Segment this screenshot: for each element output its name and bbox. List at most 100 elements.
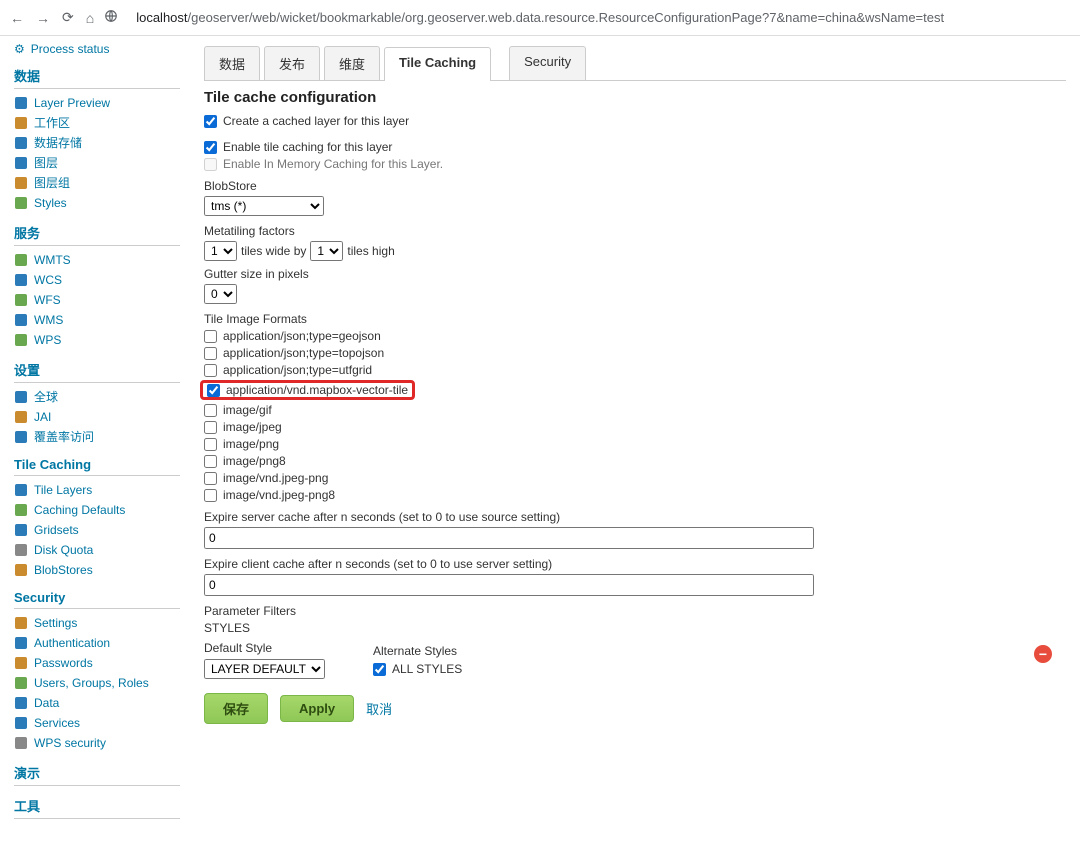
format-checkbox[interactable] [207,384,220,397]
format-checkbox[interactable] [204,438,217,451]
create-cached-label: Create a cached layer for this layer [223,114,409,128]
format-checkbox[interactable] [204,421,217,434]
tiles-high-select[interactable]: 1 [310,241,343,261]
sidebar-item[interactable]: Layer Preview [14,93,180,113]
sidebar-item-label: Settings [34,615,77,631]
format-checkbox[interactable] [204,347,217,360]
apply-button[interactable]: Apply [280,695,354,722]
enable-tile-checkbox[interactable] [204,141,217,154]
page-title: Tile cache configuration [204,89,1066,106]
sidebar-item-icon [14,543,28,557]
reload-icon[interactable]: ⟳ [62,9,74,26]
sidebar-item-icon [14,410,28,424]
sidebar-item[interactable]: 工作区 [14,113,180,133]
tab[interactable]: 维度 [324,46,380,80]
tiles-wide-select[interactable]: 1 [204,241,237,261]
expire-client-label: Expire client cache after n seconds (set… [204,557,1066,571]
sidebar-item[interactable]: Authentication [14,633,180,653]
sidebar-item[interactable]: 数据存储 [14,133,180,153]
sidebar-item[interactable]: Settings [14,613,180,633]
format-checkbox[interactable] [204,330,217,343]
process-status-link[interactable]: ⚙ Process status [14,42,180,56]
format-row: image/jpeg [204,420,1066,434]
sidebar-item-label: 覆盖率访问 [34,429,94,445]
format-label: image/vnd.jpeg-png8 [223,488,335,502]
tiles-wide-text: tiles wide by [241,244,306,258]
sidebar-item[interactable]: BlobStores [14,560,180,580]
sidebar-item-icon [14,523,28,537]
sidebar-item-icon [14,430,28,444]
expire-server-input[interactable] [204,527,814,549]
sidebar-item[interactable]: Disk Quota [14,540,180,560]
all-styles-checkbox[interactable] [373,663,386,676]
create-cached-checkbox[interactable] [204,115,217,128]
sidebar-item-label: Disk Quota [34,542,93,558]
sidebar-item[interactable]: Passwords [14,653,180,673]
back-icon[interactable]: ← [10,10,24,26]
format-checkbox[interactable] [204,489,217,502]
sidebar-item[interactable]: 覆盖率访问 [14,427,180,447]
default-style-select[interactable]: LAYER DEFAULT [204,659,325,679]
sidebar-item-icon [14,136,28,150]
site-info-icon[interactable] [104,9,118,26]
create-cached-row: Create a cached layer for this layer [204,114,1066,128]
format-checkbox[interactable] [204,455,217,468]
sidebar-item-label: Styles [34,195,67,211]
gutter-select[interactable]: 0 [204,284,237,304]
sidebar-item[interactable]: Gridsets [14,520,180,540]
cancel-link[interactable]: 取消 [366,699,392,718]
sidebar-item[interactable]: Data [14,693,180,713]
sidebar-item-label: Authentication [34,635,110,651]
styles-row: Default Style LAYER DEFAULT Alternate St… [204,641,1066,679]
format-checkbox[interactable] [204,364,217,377]
save-button[interactable]: 保存 [204,693,268,724]
sidebar-item-icon [14,116,28,130]
sidebar-item[interactable]: Caching Defaults [14,500,180,520]
sidebar-item[interactable]: 图层 [14,153,180,173]
format-row: image/png [204,437,1066,451]
sidebar-item-label: 数据存储 [34,135,82,151]
process-status-label: Process status [31,42,110,56]
format-label: image/vnd.jpeg-png [223,471,328,485]
sidebar-item[interactable]: Styles [14,193,180,213]
browser-toolbar: ← → ⟳ ⌂ localhost/geoserver/web/wicket/b… [0,0,1080,36]
sidebar-item[interactable]: WPS security [14,733,180,753]
format-row: image/gif [204,403,1066,417]
format-checkbox[interactable] [204,472,217,485]
sidebar-item[interactable]: Users, Groups, Roles [14,673,180,693]
format-row: image/vnd.jpeg-png8 [204,488,1066,502]
sidebar-item[interactable]: WPS [14,330,180,350]
sidebar-item[interactable]: Tile Layers [14,480,180,500]
sidebar-item[interactable]: WCS [14,270,180,290]
forward-icon[interactable]: → [36,10,50,26]
format-checkbox[interactable] [204,404,217,417]
sidebar-item[interactable]: WMTS [14,250,180,270]
enable-mem-row: Enable In Memory Caching for this Layer. [204,157,1066,171]
blobstore-select[interactable]: tms (*) [204,196,324,216]
url-host: localhost [136,10,187,25]
sidebar-item[interactable]: WMS [14,310,180,330]
format-label: application/json;type=topojson [223,346,384,360]
sidebar-section-header: Tile Caching [14,457,180,476]
sidebar-item[interactable]: 全球 [14,387,180,407]
tab-bar: 数据发布维度Tile Caching Security [204,46,1066,81]
tiles-high-text: tiles high [347,244,394,258]
tab[interactable]: Tile Caching [384,47,491,81]
format-row: image/vnd.jpeg-png [204,471,1066,485]
address-bar[interactable]: localhost/geoserver/web/wicket/bookmarka… [128,6,1070,29]
sidebar-item[interactable]: Services [14,713,180,733]
sidebar-item[interactable]: JAI [14,407,180,427]
sidebar-item-label: WMS [34,312,63,328]
sidebar-item[interactable]: 图层组 [14,173,180,193]
home-icon[interactable]: ⌂ [86,10,94,26]
sidebar-item-label: 图层组 [34,175,70,191]
expire-client-input[interactable] [204,574,814,596]
sidebar-item-icon [14,676,28,690]
sidebar-item-label: 全球 [34,389,58,405]
tab[interactable]: Security [509,46,586,80]
sidebar-item[interactable]: WFS [14,290,180,310]
sidebar-item-icon [14,736,28,750]
remove-filter-icon[interactable]: − [1034,645,1052,663]
tab[interactable]: 发布 [264,46,320,80]
tab[interactable]: 数据 [204,46,260,80]
